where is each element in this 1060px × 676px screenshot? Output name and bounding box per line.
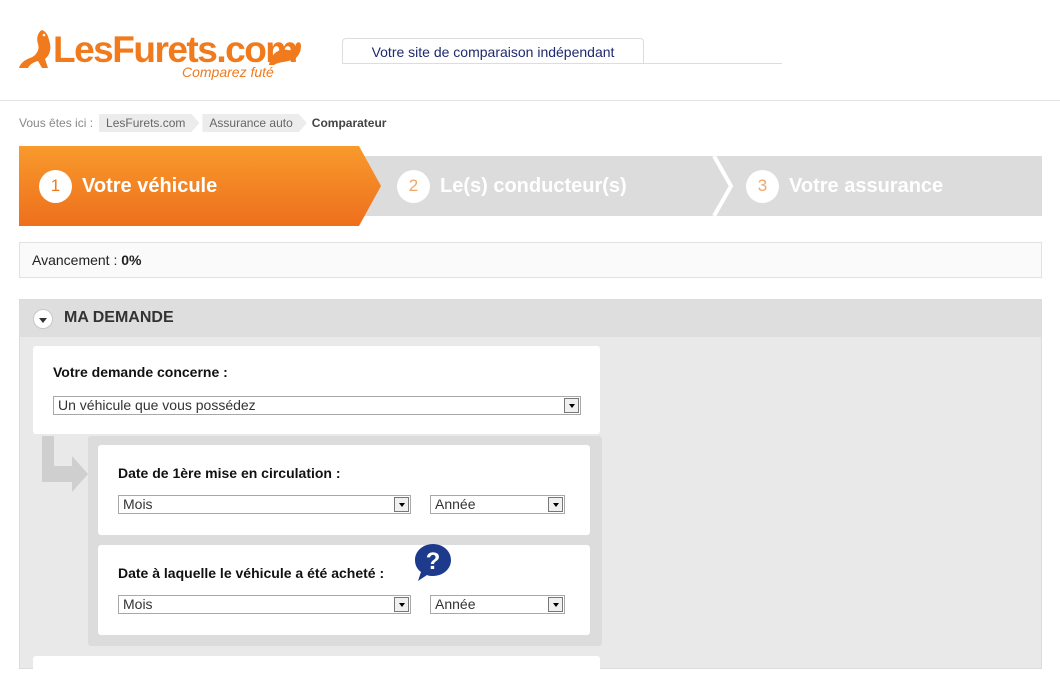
- dropdown-arrow-icon[interactable]: [394, 597, 409, 612]
- svg-text:?: ?: [426, 548, 441, 575]
- tagline-tab: Votre site de comparaison indépendant: [342, 38, 644, 64]
- step-number: 1: [39, 169, 72, 203]
- panel-title: MA DEMANDE: [64, 309, 174, 326]
- select-value: Mois: [123, 596, 153, 612]
- step-label: Votre assurance: [789, 174, 944, 197]
- breadcrumb-item-home[interactable]: LesFurets.com: [99, 114, 199, 132]
- dropdown-arrow-icon[interactable]: [548, 597, 563, 612]
- purchase-date-card: Date à laquelle le véhicule a été acheté…: [98, 545, 590, 635]
- progress-value: 0%: [121, 252, 142, 268]
- step-number: 2: [397, 169, 430, 203]
- logo-subtitle: Comparez futé: [182, 64, 274, 80]
- step-1-vehicule[interactable]: 1 Votre véhicule: [39, 151, 217, 221]
- step-label: Votre véhicule: [82, 174, 218, 197]
- lesfurets-logo[interactable]: LesFurets.com Comparez futé: [18, 26, 308, 86]
- tagline-text: Votre site de comparaison indépendant: [371, 44, 615, 60]
- dropdown-arrow-icon[interactable]: [548, 497, 563, 512]
- dropdown-arrow-icon[interactable]: [394, 497, 409, 512]
- purchase-year-select[interactable]: Année: [430, 595, 565, 614]
- breadcrumb-item-assurance-auto[interactable]: Assurance auto: [202, 114, 306, 132]
- demand-label: Votre demande concerne :: [53, 364, 228, 380]
- panel-header[interactable]: MA DEMANDE: [20, 300, 1041, 337]
- site-header: LesFurets.com Comparez futé Votre site d…: [0, 0, 1060, 101]
- first-registration-year-select[interactable]: Année: [430, 495, 565, 514]
- demand-card: Votre demande concerne : Un véhicule que…: [33, 346, 600, 434]
- ferret-icon: [269, 42, 301, 65]
- select-value: Année: [435, 496, 476, 512]
- step-progress-bar: 1 Votre véhicule 2 Le(s) conducteur(s) 3…: [19, 146, 1042, 226]
- tagline-divider: [342, 63, 782, 64]
- next-card: [33, 656, 600, 676]
- breadcrumb: Vous êtes ici : LesFurets.com Assurance …: [19, 114, 386, 132]
- demand-select-value: Un véhicule que vous possédez: [58, 397, 256, 413]
- dropdown-arrow-icon[interactable]: [564, 398, 579, 413]
- step-3-assurance[interactable]: 3 Votre assurance: [746, 151, 943, 221]
- breadcrumb-prefix: Vous êtes ici :: [19, 116, 94, 130]
- select-value: Année: [435, 596, 476, 612]
- first-registration-month-select[interactable]: Mois: [118, 495, 411, 514]
- first-registration-label: Date de 1ère mise en circulation :: [118, 465, 341, 481]
- step-2-conducteurs[interactable]: 2 Le(s) conducteur(s): [397, 151, 627, 221]
- progress-label: Avancement :: [32, 252, 118, 268]
- progress-indicator: Avancement : 0%: [19, 242, 1042, 278]
- select-value: Mois: [123, 496, 153, 512]
- step-number: 3: [746, 169, 779, 203]
- collapse-icon[interactable]: [33, 309, 53, 329]
- breadcrumb-current: Comparateur: [311, 116, 387, 130]
- first-registration-card: Date de 1ère mise en circulation : Mois …: [98, 445, 590, 535]
- step-label: Le(s) conducteur(s): [440, 174, 627, 197]
- ferret-icon: [19, 30, 51, 68]
- ma-demande-panel: MA DEMANDE Votre demande concerne : Un v…: [19, 299, 1042, 676]
- sub-question-arrow-icon: [42, 436, 88, 492]
- purchase-month-select[interactable]: Mois: [118, 595, 411, 614]
- help-question-icon[interactable]: ?: [413, 542, 453, 582]
- demand-select[interactable]: Un véhicule que vous possédez: [53, 396, 581, 415]
- purchase-date-label: Date à laquelle le véhicule a été acheté…: [118, 565, 385, 581]
- sub-questions-area: Date de 1ère mise en circulation : Mois …: [88, 436, 602, 646]
